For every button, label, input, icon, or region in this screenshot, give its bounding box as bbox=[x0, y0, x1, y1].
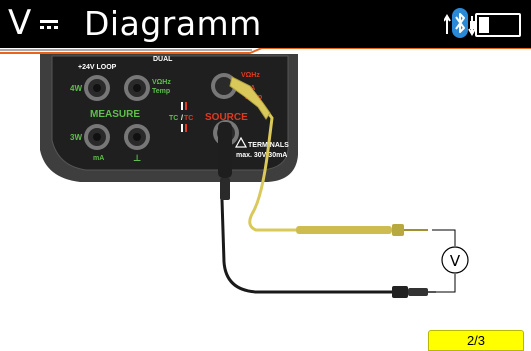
jack-vohz-temp bbox=[124, 75, 150, 101]
tc-slash-label: / bbox=[181, 115, 183, 122]
ground-label: ⊥ bbox=[133, 154, 141, 164]
voltmeter-symbol: V bbox=[450, 252, 461, 270]
dc-symbol-icon bbox=[40, 20, 58, 30]
tc-label: TC bbox=[169, 115, 178, 122]
source-vohz-label: VΩHz bbox=[241, 72, 260, 79]
loop-label: +24V LOOP bbox=[78, 64, 117, 71]
ma-label: mA bbox=[93, 155, 104, 162]
mode-symbol: V bbox=[8, 3, 32, 43]
jack-4w-label: 4W bbox=[70, 84, 82, 93]
dual-label: DUAL bbox=[153, 56, 173, 63]
wiring-diagram: +24V LOOP DUAL 4W VΩHz Temp MEASURE 3W m… bbox=[40, 54, 469, 298]
measure-label: MEASURE bbox=[90, 109, 140, 120]
jack-ground bbox=[124, 124, 150, 150]
page-indicator[interactable]: 2/3 bbox=[428, 330, 524, 351]
tc-source-label: TC bbox=[184, 115, 193, 122]
jack-3w bbox=[84, 124, 110, 150]
page-title: Diagramm bbox=[84, 4, 262, 43]
temp-label: Temp bbox=[152, 88, 170, 95]
jack-3w-label: 3W bbox=[70, 133, 82, 142]
vohz-label: VΩHz bbox=[152, 79, 171, 86]
header-bar: V Diagramm bbox=[0, 0, 531, 48]
jack-4w bbox=[84, 75, 110, 101]
battery-icon bbox=[470, 13, 521, 37]
bluetooth-icon bbox=[452, 8, 468, 38]
rating-label: max. 30V 30mA bbox=[236, 152, 287, 159]
